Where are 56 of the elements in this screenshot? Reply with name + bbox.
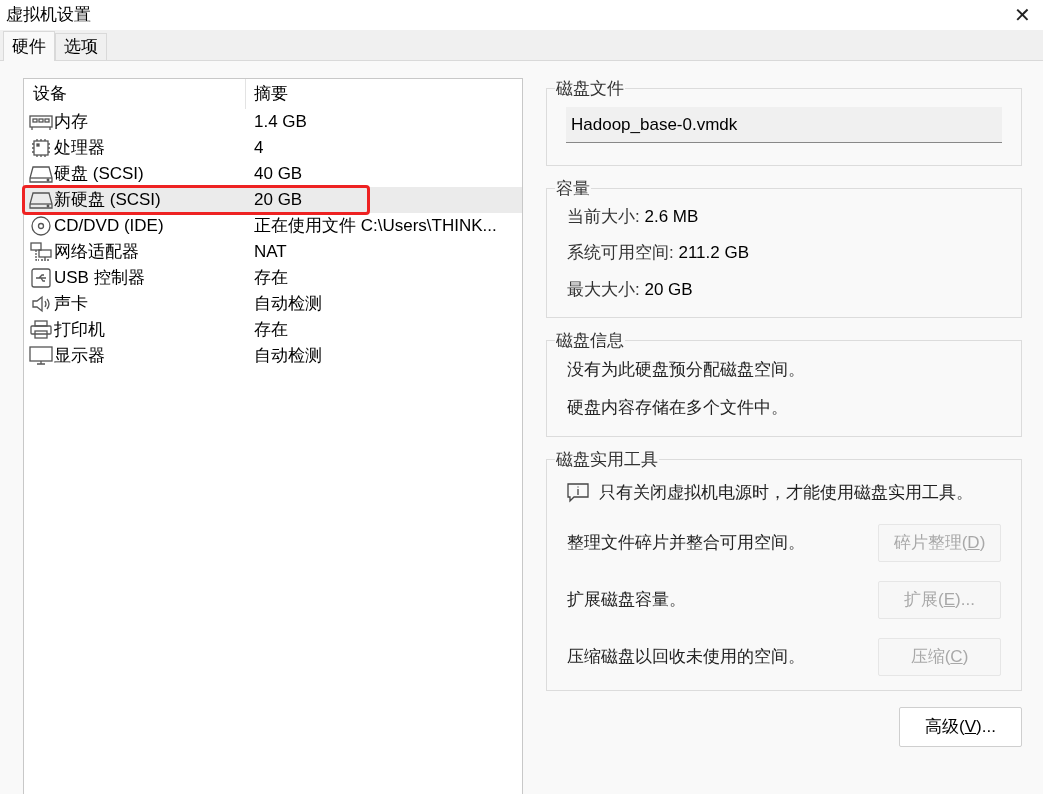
info-text: 没有为此硬盘预分配磁盘空间。 [567,359,806,381]
network-icon [29,242,53,262]
device-name: 处理器 [54,137,105,160]
device-summary: 1.4 GB [253,111,307,134]
capacity-info: 当前大小: 2.6 MB [567,205,700,228]
device-name: 新硬盘 (SCSI) [54,189,161,212]
device-summary: 4 [253,137,264,160]
device-row[interactable]: 网络适配器 NAT [24,239,522,265]
action-description: 压缩磁盘以回收未使用的空间。 [567,645,805,668]
memory-module-icon [29,112,53,132]
device-row[interactable]: 打印机 存在 [24,317,522,343]
device-summary: 正在使用文件 C:\Users\THINK... [253,215,497,238]
info-text: 硬盘内容存储在多个文件中。 [567,396,789,419]
column-header: 设备 [24,79,246,109]
device-summary: 自动检测 [253,345,322,368]
window-title: 虚拟机设置 [6,4,91,27]
advanced-button[interactable]: 高级(V)... [899,707,1022,747]
device-summary: 存在 [253,267,288,290]
device-name: 打印机 [54,319,105,342]
column-header: 摘要 [253,83,288,106]
tab[interactable]: 选项 [55,33,107,60]
action-description: 扩展磁盘容量。 [567,588,686,611]
capacity-info: 系统可用空间: 211.2 GB [567,242,751,265]
monitor-icon [29,346,53,366]
usb-icon [29,268,53,288]
device-row[interactable]: 声卡 自动检测 [24,291,522,317]
device-row[interactable]: 处理器 4 [24,135,522,161]
device-row[interactable]: 新硬盘 (SCSI) 20 GB [24,187,522,213]
device-name: 声卡 [54,293,88,316]
device-summary: 自动检测 [253,293,322,316]
device-row[interactable]: CD/DVD (IDE) 正在使用文件 C:\Users\THINK... [24,213,522,239]
device-summary: 20 GB [253,189,303,212]
file-name-field[interactable]: Hadoop_base-0.vmdk [566,107,1002,143]
device-row[interactable]: 内存 1.4 GB [24,109,522,135]
device-name: 显示器 [54,345,105,368]
device-row[interactable]: 显示器 自动检测 [24,343,522,369]
device-summary: 40 GB [253,163,303,186]
device-name: 硬盘 (SCSI) [54,163,144,186]
device-row[interactable]: USB 控制器 存在 [24,265,522,291]
device-summary: 存在 [253,319,288,342]
disc-icon [29,216,53,236]
info-icon [567,482,589,503]
close-button[interactable]: ✕ [1007,0,1037,30]
device-summary: NAT [253,241,287,264]
device-name: CD/DVD (IDE) [54,215,164,238]
action-description: 整理文件碎片并整合可用空间。 [567,531,805,554]
device-row[interactable]: 硬盘 (SCSI) 40 GB [24,161,522,187]
tab[interactable]: 硬件 [3,31,55,61]
printer-icon [29,320,53,340]
chip-icon [29,138,53,158]
capacity-info: 最大大小: 20 GB [567,278,694,301]
notice-text: 只有关闭虚拟机电源时，才能使用磁盘实用工具。 [599,482,973,504]
device-name: USB 控制器 [54,267,145,290]
device-name: 网络适配器 [54,241,139,264]
device-name: 内存 [54,111,88,134]
speaker-icon [29,294,53,314]
